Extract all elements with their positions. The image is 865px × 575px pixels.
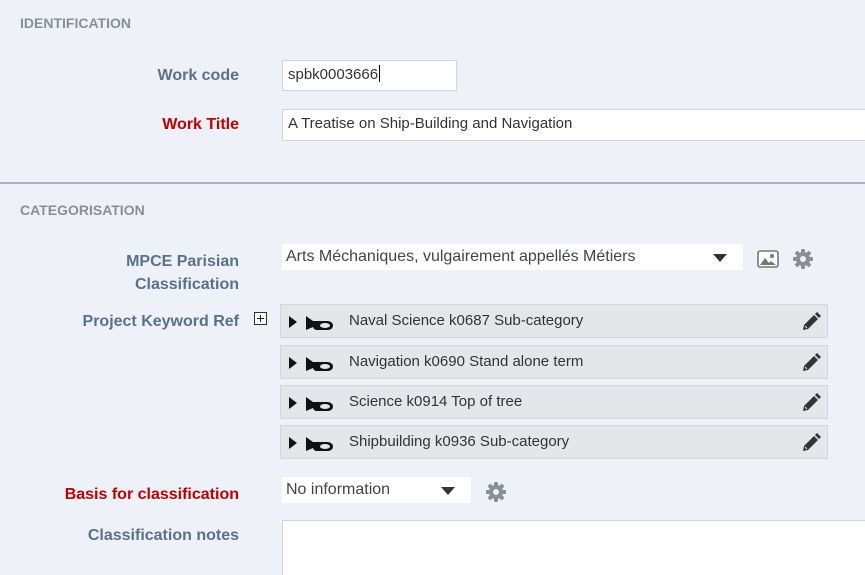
work-code-value: spbk0003666 bbox=[288, 66, 379, 83]
keyword-label: Shipbuilding k0936 Sub-category bbox=[349, 433, 570, 450]
gear-icon[interactable] bbox=[793, 249, 813, 269]
gear-icon[interactable] bbox=[486, 482, 506, 502]
basis-classification-select[interactable]: No information bbox=[282, 477, 471, 503]
mpce-classification-label: MPCE Parisian Classification bbox=[126, 250, 239, 296]
keyword-item[interactable]: Shipbuilding k0936 Sub-category bbox=[280, 425, 828, 459]
work-code-input[interactable]: spbk0003666 bbox=[282, 60, 457, 91]
keyword-item[interactable]: Science k0914 Top of tree bbox=[280, 385, 828, 419]
triangle-right-icon[interactable] bbox=[289, 316, 297, 328]
mpce-label-line1: MPCE Parisian bbox=[126, 253, 239, 270]
mpce-label-line2: Classification bbox=[134, 276, 239, 293]
pencil-icon[interactable] bbox=[801, 393, 821, 413]
plus-box-icon[interactable] bbox=[254, 312, 267, 325]
triangle-right-icon[interactable] bbox=[289, 357, 297, 369]
pencil-icon[interactable] bbox=[801, 433, 821, 453]
mpce-selected-value: Arts Méchaniques, vulgairement appellés … bbox=[286, 248, 636, 265]
work-code-label: Work code bbox=[157, 67, 240, 84]
text-caret bbox=[379, 65, 381, 82]
triangle-right-icon[interactable] bbox=[289, 397, 297, 409]
keyword-item[interactable]: Navigation k0690 Stand alone term bbox=[280, 345, 828, 379]
keyword-item[interactable]: Naval Science k0687 Sub-category bbox=[280, 304, 828, 338]
classification-notes-label: Classification notes bbox=[87, 527, 239, 544]
keyword-label: Navigation k0690 Stand alone term bbox=[349, 353, 584, 370]
work-title-input[interactable]: A Treatise on Ship-Building and Navigati… bbox=[282, 109, 865, 141]
horn-icon bbox=[306, 316, 333, 330]
work-title-label: Work Title bbox=[162, 116, 239, 133]
identification-section-title: IDENTIFICATION bbox=[20, 15, 131, 31]
horn-icon bbox=[306, 357, 333, 371]
chevron-down-icon bbox=[441, 487, 455, 495]
chevron-down-icon bbox=[713, 254, 727, 262]
basis-selected-value: No information bbox=[286, 481, 391, 498]
horn-icon bbox=[306, 397, 333, 411]
pencil-icon[interactable] bbox=[801, 353, 821, 373]
horn-icon bbox=[306, 437, 333, 451]
classification-notes-textarea[interactable] bbox=[282, 520, 865, 575]
categorisation-section-title: CATEGORISATION bbox=[20, 202, 145, 218]
basis-classification-label: Basis for classification bbox=[64, 486, 239, 503]
triangle-right-icon[interactable] bbox=[289, 437, 297, 449]
image-icon[interactable] bbox=[757, 250, 779, 268]
project-keyword-label: Project Keyword Ref bbox=[82, 313, 239, 330]
keyword-label: Science k0914 Top of tree bbox=[349, 393, 523, 410]
mpce-classification-select[interactable]: Arts Méchaniques, vulgairement appellés … bbox=[282, 244, 743, 270]
section-divider bbox=[0, 182, 865, 184]
keyword-label: Naval Science k0687 Sub-category bbox=[349, 312, 584, 329]
pencil-icon[interactable] bbox=[801, 312, 821, 332]
